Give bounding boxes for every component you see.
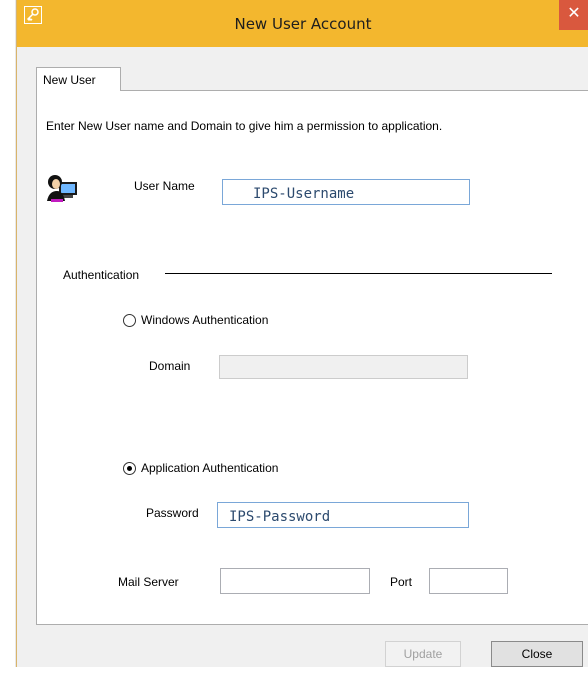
close-button[interactable]: Close: [491, 641, 583, 667]
port-input[interactable]: [429, 568, 508, 594]
window-client-area: New User Enter New User name and Domain …: [17, 47, 588, 667]
username-label: User Name: [134, 179, 195, 193]
username-input[interactable]: [222, 179, 470, 205]
update-button[interactable]: Update: [385, 641, 461, 667]
title-bar: New User Account ✕: [17, 0, 588, 47]
domain-input[interactable]: [219, 355, 468, 379]
intro-text: Enter New User name and Domain to give h…: [46, 119, 443, 133]
tab-new-user[interactable]: New User: [36, 67, 121, 91]
application-authentication-radio[interactable]: [123, 462, 136, 475]
tab-label: New User: [43, 73, 96, 87]
password-input[interactable]: [217, 502, 469, 528]
new-user-account-window: New User Account ✕ New User Enter New Us…: [16, 0, 588, 667]
port-label: Port: [390, 575, 413, 589]
authentication-group-label: Authentication: [63, 268, 140, 282]
new-user-tab-panel: Enter New User name and Domain to give h…: [36, 90, 588, 625]
window-title: New User Account: [234, 15, 372, 33]
authentication-divider: [165, 273, 552, 274]
mail-server-label: Mail Server: [118, 575, 179, 589]
mail-server-input[interactable]: [220, 568, 370, 594]
domain-label: Domain: [149, 359, 191, 373]
close-icon: ✕: [567, 3, 581, 22]
password-label: Password: [146, 506, 199, 520]
application-authentication-label: Application Authentication: [141, 461, 279, 475]
close-window-button[interactable]: ✕: [559, 0, 588, 30]
windows-authentication-label: Windows Authentication: [141, 313, 269, 327]
windows-authentication-radio[interactable]: [123, 314, 136, 327]
user-computer-icon: [47, 175, 77, 202]
